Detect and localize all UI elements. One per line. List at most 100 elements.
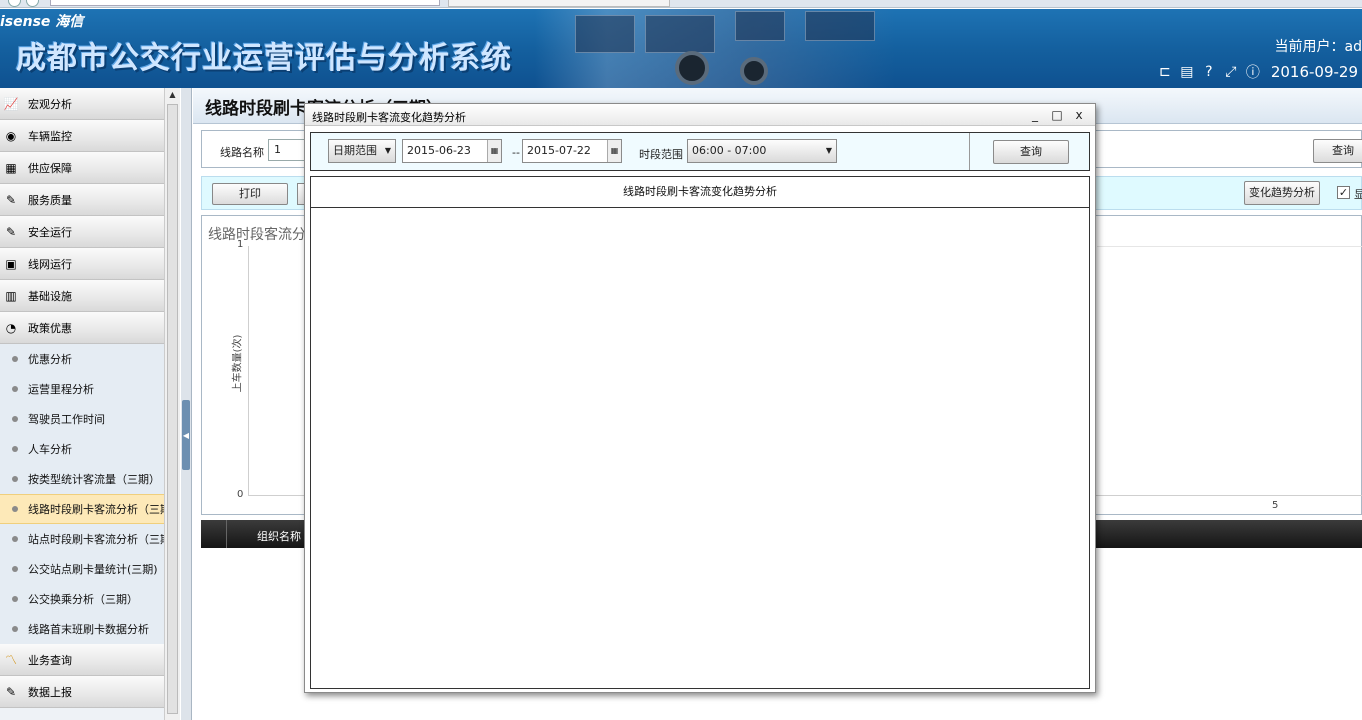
date-separator: --: [512, 146, 520, 159]
header-toolbar: ⊏ ▤ ? ⤢ ⓘ 2016-09-29: [1157, 63, 1358, 81]
sidebar-item-infrastructure[interactable]: ▥ 基础设施: [0, 280, 164, 312]
sidebar-item-label: 安全运行: [28, 225, 72, 239]
start-date-input[interactable]: 2015-06-23 ▦: [402, 139, 502, 163]
end-date-input[interactable]: 2015-07-22 ▦: [522, 139, 622, 163]
bus-banner-image: [535, 9, 895, 88]
sidebar-subitem[interactable]: 公交换乘分析（三期）: [0, 584, 164, 614]
bullet-icon: [12, 506, 18, 512]
system-title: 成都市公交行业运营评估与分析系统: [16, 41, 512, 76]
column-org-name[interactable]: 组织名称: [257, 528, 301, 544]
period-value: 06:00 - 07:00: [692, 144, 767, 157]
app-header: isense 海信 成都市公交行业运营评估与分析系统 当前用户：ad ⊏ ▤ ?…: [0, 9, 1362, 88]
window-icon[interactable]: ▤: [1179, 64, 1195, 80]
sidebar-item-policy[interactable]: ◔ 政策优惠: [0, 312, 164, 344]
sidebar-item-label: 基础设施: [28, 289, 72, 303]
start-date-value: 2015-06-23: [407, 144, 471, 157]
sidebar-item-data-report[interactable]: ✎ 数据上报: [0, 676, 164, 708]
trend-chart-icon: 📈: [3, 96, 19, 111]
line-name-input[interactable]: 1: [268, 139, 308, 161]
sidebar-subitem[interactable]: 按类型统计客流量（三期）: [0, 464, 164, 494]
bullet-icon: [12, 386, 18, 392]
sidebar-subitem-label: 线路首末班刷卡数据分析: [28, 623, 149, 636]
line-chart-icon: 〽: [4, 653, 17, 667]
sidebar-scrollbar[interactable]: ▲: [164, 88, 180, 720]
sidebar-subitem-label: 线路时段刷卡客流分析（三期）: [28, 503, 164, 516]
maximize-icon[interactable]: □: [1049, 107, 1065, 123]
bullet-icon: [12, 446, 18, 452]
trend-dialog: 线路时段刷卡客流变化趋势分析 _ □ x 日期范围 ▼ 2015-06-23 ▦…: [304, 103, 1096, 693]
trend-analysis-button[interactable]: 变化趋势分析: [1244, 181, 1320, 205]
crop-icon[interactable]: ⊏: [1157, 64, 1173, 80]
sidebar-subitem[interactable]: 优惠分析: [0, 344, 164, 374]
browser-tab[interactable]: [448, 0, 670, 7]
bullet-icon: [12, 566, 18, 572]
sidebar-subitem-label: 优惠分析: [28, 353, 72, 366]
bullet-icon: [12, 356, 18, 362]
sidebar-item-safety[interactable]: ✎ 安全运行: [0, 216, 164, 248]
show-checkbox[interactable]: ✓: [1337, 186, 1350, 199]
forward-icon[interactable]: [26, 0, 39, 7]
sidebar-item-supply[interactable]: ▦ 供应保障: [0, 152, 164, 184]
grid-line: [1097, 246, 1362, 247]
back-icon[interactable]: [8, 0, 21, 7]
dialog-title: 线路时段刷卡客流变化趋势分析: [312, 111, 466, 124]
sidebar-subitem[interactable]: 人车分析: [0, 434, 164, 464]
dialog-titlebar[interactable]: 线路时段刷卡客流变化趋势分析 _ □ x: [305, 104, 1095, 126]
chevron-down-icon: ▼: [825, 146, 832, 155]
sidebar-item-macro-analysis[interactable]: 📈 宏观分析: [0, 88, 164, 120]
sidebar-item-label: 政策优惠: [28, 321, 72, 335]
range-type-value: 日期范围: [333, 144, 377, 157]
close-icon[interactable]: x: [1071, 107, 1087, 123]
sidebar-subitem[interactable]: 驾驶员工作时间: [0, 404, 164, 434]
bullet-icon: [12, 416, 18, 422]
browser-chrome: [0, 0, 1362, 8]
document-icon: ◔: [5, 320, 17, 335]
sidebar-subitem[interactable]: 运营里程分析: [0, 374, 164, 404]
dialog-chart-area: 线路时段刷卡客流变化趋势分析: [310, 176, 1090, 689]
sidebar-item-service-quality[interactable]: ✎ 服务质量: [0, 184, 164, 216]
y-tick-label: 0: [237, 489, 244, 500]
edit-chart-icon: ✎: [5, 192, 17, 207]
chevron-down-icon: ▼: [384, 146, 391, 155]
sidebar-item-vehicle-monitor[interactable]: ◉ 车辆监控: [0, 120, 164, 152]
sidebar-subitem-label: 公交站点刷卡量统计(三期): [28, 563, 158, 576]
sidebar-subitem-label: 按类型统计客流量（三期）: [28, 473, 160, 486]
sidebar-subitem[interactable]: 站点时段刷卡客流分析（三期）: [0, 524, 164, 554]
sidebar-subitem[interactable]: 公交站点刷卡量统计(三期): [0, 554, 164, 584]
brand-logo: isense 海信: [0, 14, 84, 30]
shield-edit-icon: ✎: [5, 224, 17, 239]
help-icon[interactable]: ?: [1201, 64, 1217, 80]
sidebar-item-business-query[interactable]: 〽业务查询: [0, 644, 164, 676]
collapse-sidebar-icon[interactable]: ◀: [182, 400, 190, 470]
dialog-query-button[interactable]: 查询: [993, 140, 1069, 164]
range-type-select[interactable]: 日期范围 ▼: [328, 139, 396, 163]
info-icon[interactable]: ⓘ: [1245, 64, 1261, 81]
fullscreen-icon[interactable]: ⤢: [1223, 64, 1239, 80]
sidebar-subitem[interactable]: 线路首末班刷卡数据分析: [0, 614, 164, 644]
bullet-icon: [12, 536, 18, 542]
x-tick-label: 5: [1272, 500, 1279, 511]
sidebar-item-label: 车辆监控: [28, 129, 72, 143]
period-select[interactable]: 06:00 - 07:00 ▼: [687, 139, 837, 163]
query-button[interactable]: 查询: [1313, 139, 1362, 163]
table-header-cell: [201, 520, 227, 548]
sidebar-subitem-active[interactable]: 线路时段刷卡客流分析（三期）: [0, 494, 164, 524]
period-label: 时段范围: [639, 148, 683, 161]
address-bar[interactable]: [50, 0, 440, 6]
sidebar-splitter[interactable]: ◀: [181, 88, 192, 720]
show-checkbox-label: 显: [1354, 188, 1362, 201]
network-calendar-icon: ▣: [5, 256, 17, 271]
scroll-thumb[interactable]: [167, 104, 178, 714]
minimize-icon[interactable]: _: [1027, 107, 1043, 123]
sidebar-subitem-label: 人车分析: [28, 443, 72, 456]
print-button[interactable]: 打印: [212, 183, 288, 205]
bullet-icon: [12, 476, 18, 482]
sidebar-item-network[interactable]: ▣ 线网运行: [0, 248, 164, 280]
scroll-up-icon[interactable]: ▲: [167, 90, 178, 102]
dialog-chart-title: 线路时段刷卡客流变化趋势分析: [623, 185, 777, 198]
sidebar-item-label: 宏观分析: [28, 97, 72, 111]
dialog-toolbar: 日期范围 ▼ 2015-06-23 ▦ -- 2015-07-22 ▦ 时段范围…: [310, 132, 1090, 171]
calendar-icon[interactable]: ▦: [607, 140, 621, 162]
calendar-icon[interactable]: ▦: [487, 140, 501, 162]
sidebar-subitem-label: 运营里程分析: [28, 383, 94, 396]
